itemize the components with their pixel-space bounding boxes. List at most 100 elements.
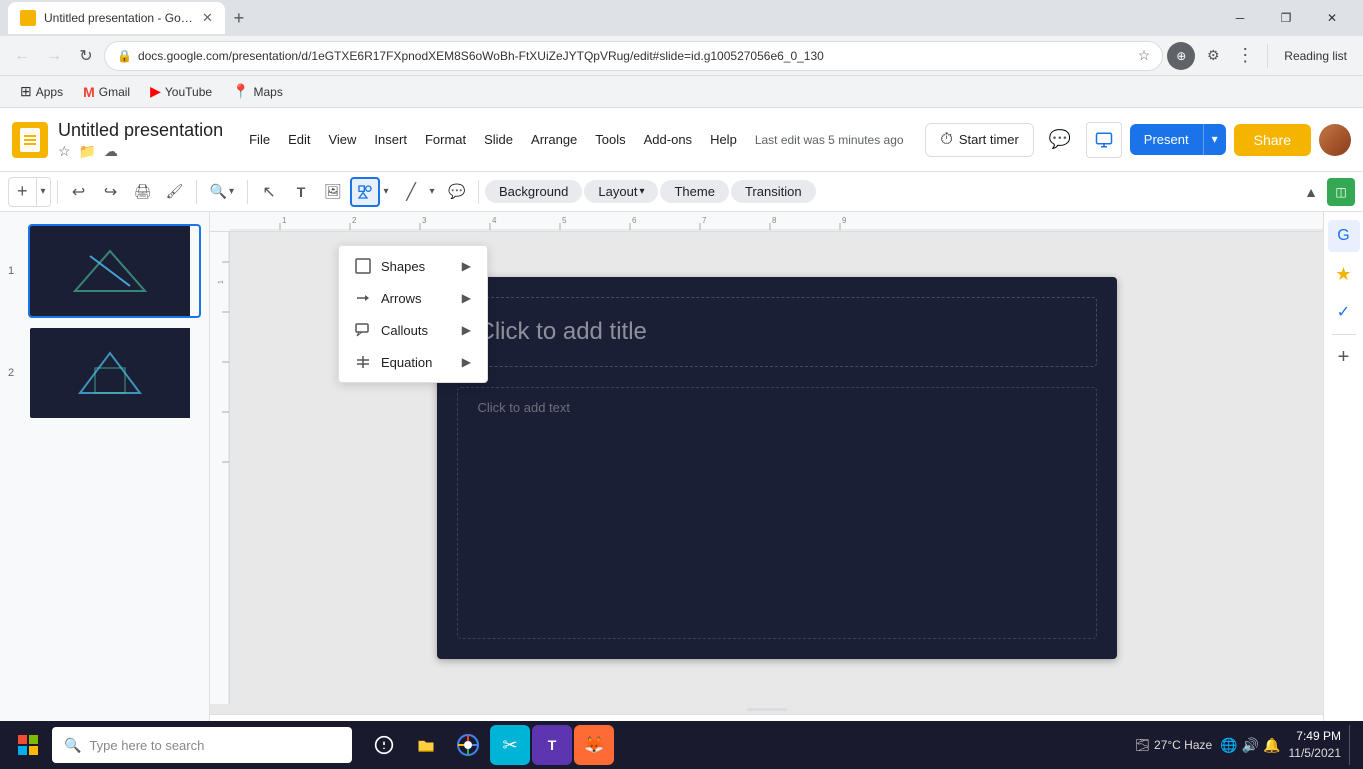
resize-handle[interactable] [210,704,1323,714]
undo-button[interactable]: ↩ [64,177,94,207]
bookmark-youtube[interactable]: ▶ YouTube [142,81,220,102]
sidebar-notes-icon[interactable]: ★ [1328,258,1360,290]
taskbar-app5[interactable]: T [532,725,572,765]
taskbar-action-center[interactable] [364,725,404,765]
menu-format[interactable]: Format [417,128,474,151]
forward-button[interactable]: → [40,42,68,70]
select-tool-button[interactable]: ↖ [254,177,284,207]
user-avatar[interactable] [1319,124,1351,156]
bookmark-gmail[interactable]: M Gmail [75,82,138,102]
transition-button[interactable]: Transition [731,180,816,203]
new-tab-button[interactable]: + [225,4,253,32]
present-dropdown-arrow[interactable]: ▾ [1203,124,1226,155]
header-actions: ⏱ Start timer 💬 Present ▾ Share [925,122,1351,158]
notification-icon[interactable]: 🔔 [1263,737,1280,754]
slide-thumb-1[interactable]: 1 [28,224,201,318]
menu-insert[interactable]: Insert [366,128,415,151]
menu-edit[interactable]: Edit [280,128,318,151]
line-tool-button[interactable]: ╱ [396,177,426,207]
layout-button[interactable]: Layout ▾ [584,180,658,203]
theme-button[interactable]: Theme [660,180,728,203]
comment-button[interactable]: 💬 [1042,122,1078,158]
callouts-submenu-arrow: ▶ [462,323,471,337]
bookmark-maps[interactable]: 📍 Maps [224,81,291,102]
star-doc-icon[interactable]: ☆ [58,143,71,160]
cloud-save-icon[interactable]: ☁ [104,143,118,160]
start-timer-button[interactable]: ⏱ Start timer [925,123,1033,157]
shapes-menu-item[interactable]: Shapes ▶ [339,250,487,282]
volume-icon[interactable]: 🔊 [1242,737,1259,754]
add-slide-button[interactable]: + ▾ [8,177,51,207]
bookmark-youtube-label: YouTube [165,85,212,99]
slide-title-placeholder-text: Click to add title [478,318,647,346]
minimize-button[interactable]: ─ [1217,0,1263,36]
extensions-icon[interactable]: ⚙ [1199,42,1227,70]
taskbar-time: 7:49 PM [1289,728,1342,745]
slide-thumb-inner-1 [28,224,201,318]
menu-tools[interactable]: Tools [587,128,633,151]
bookmark-apps[interactable]: ⊞ Apps [12,81,71,102]
menu-file[interactable]: File [241,128,278,151]
line-dropdown-arrow[interactable]: ▾ [424,177,440,207]
doc-title[interactable]: Untitled presentation [58,120,223,141]
taskbar-file-explorer[interactable] [406,725,446,765]
browser-profile-icon[interactable]: ⊕ [1167,42,1195,70]
reading-list-separator [1267,44,1268,68]
taskbar-snip[interactable]: ✂ [490,725,530,765]
slide-thumb-2[interactable]: 2 [28,326,201,420]
taskbar-app6[interactable]: 🦊 [574,725,614,765]
redo-button[interactable]: ↪ [96,177,126,207]
zoom-dropdown-icon: ▾ [229,186,234,197]
taskbar-weather: 🌫 27°C Haze [1135,738,1212,752]
print-button[interactable]: 🖨 [128,177,158,207]
menu-help[interactable]: Help [702,128,745,151]
paint-format-button[interactable]: 🖌 [160,177,190,207]
share-button[interactable]: Share [1234,124,1311,156]
sidebar-explore-icon[interactable]: G [1328,220,1360,252]
menu-view[interactable]: View [320,128,364,151]
reload-button[interactable]: ↻ [72,42,100,70]
close-button[interactable]: ✕ [1309,0,1355,36]
text-tool-button[interactable]: T [286,177,316,207]
move-icon[interactable]: 📁 [79,143,96,160]
present-button[interactable]: Present [1130,124,1203,155]
image-tool-button[interactable]: 🖼 [318,177,348,207]
gmail-icon: M [83,84,95,100]
sidebar-add-button[interactable]: + [1328,341,1360,373]
reading-list-label[interactable]: Reading list [1276,45,1355,67]
right-sidebar-toggle[interactable]: ◫ [1327,178,1355,206]
zoom-control[interactable]: 🔍 ▾ [203,177,241,207]
menu-arrange[interactable]: Arrange [523,128,585,151]
network-icon[interactable]: 🌐 [1220,737,1237,754]
slide-body-area[interactable]: Click to add text [457,387,1097,639]
start-button[interactable] [8,725,48,765]
taskbar-clock[interactable]: 7:49 PM 11/5/2021 [1289,728,1342,762]
comment-toolbar-button[interactable]: 💬 [442,177,472,207]
toolbar-collapse-button[interactable]: ▲ [1297,178,1325,206]
shapes-tool-button[interactable] [350,177,380,207]
shapes-dropdown-arrow[interactable]: ▾ [378,177,394,207]
sidebar-tasks-icon[interactable]: ✓ [1328,296,1360,328]
maximize-button[interactable]: ❐ [1263,0,1309,36]
callouts-menu-item[interactable]: Callouts ▶ [339,314,487,346]
present-dropdown-selector[interactable] [1086,122,1122,158]
taskbar-search-box[interactable]: 🔍 Type here to search [52,727,352,763]
svg-text:1: 1 [218,280,225,284]
svg-text:9: 9 [842,216,847,225]
menu-slide[interactable]: Slide [476,128,521,151]
bookmark-maps-label: Maps [253,85,282,99]
tab-close-icon[interactable]: ✕ [202,10,213,26]
browser-menu-icon[interactable]: ⋮ [1231,42,1259,70]
equation-menu-item[interactable]: Equation ▶ [339,346,487,378]
menu-addons[interactable]: Add-ons [636,128,700,151]
tab-active[interactable]: Untitled presentation - Google S ✕ [8,2,225,34]
back-button[interactable]: ← [8,42,36,70]
star-icon[interactable]: ☆ [1138,47,1151,64]
taskbar-chrome[interactable] [448,725,488,765]
slide-title-area[interactable]: Click to add title [457,297,1097,367]
address-bar[interactable]: 🔒 docs.google.com/presentation/d/1eGTXE6… [104,41,1163,71]
show-desktop-button[interactable] [1349,725,1355,765]
tab-title: Untitled presentation - Google S [44,11,194,25]
arrows-menu-item[interactable]: Arrows ▶ [339,282,487,314]
background-button[interactable]: Background [485,180,582,203]
